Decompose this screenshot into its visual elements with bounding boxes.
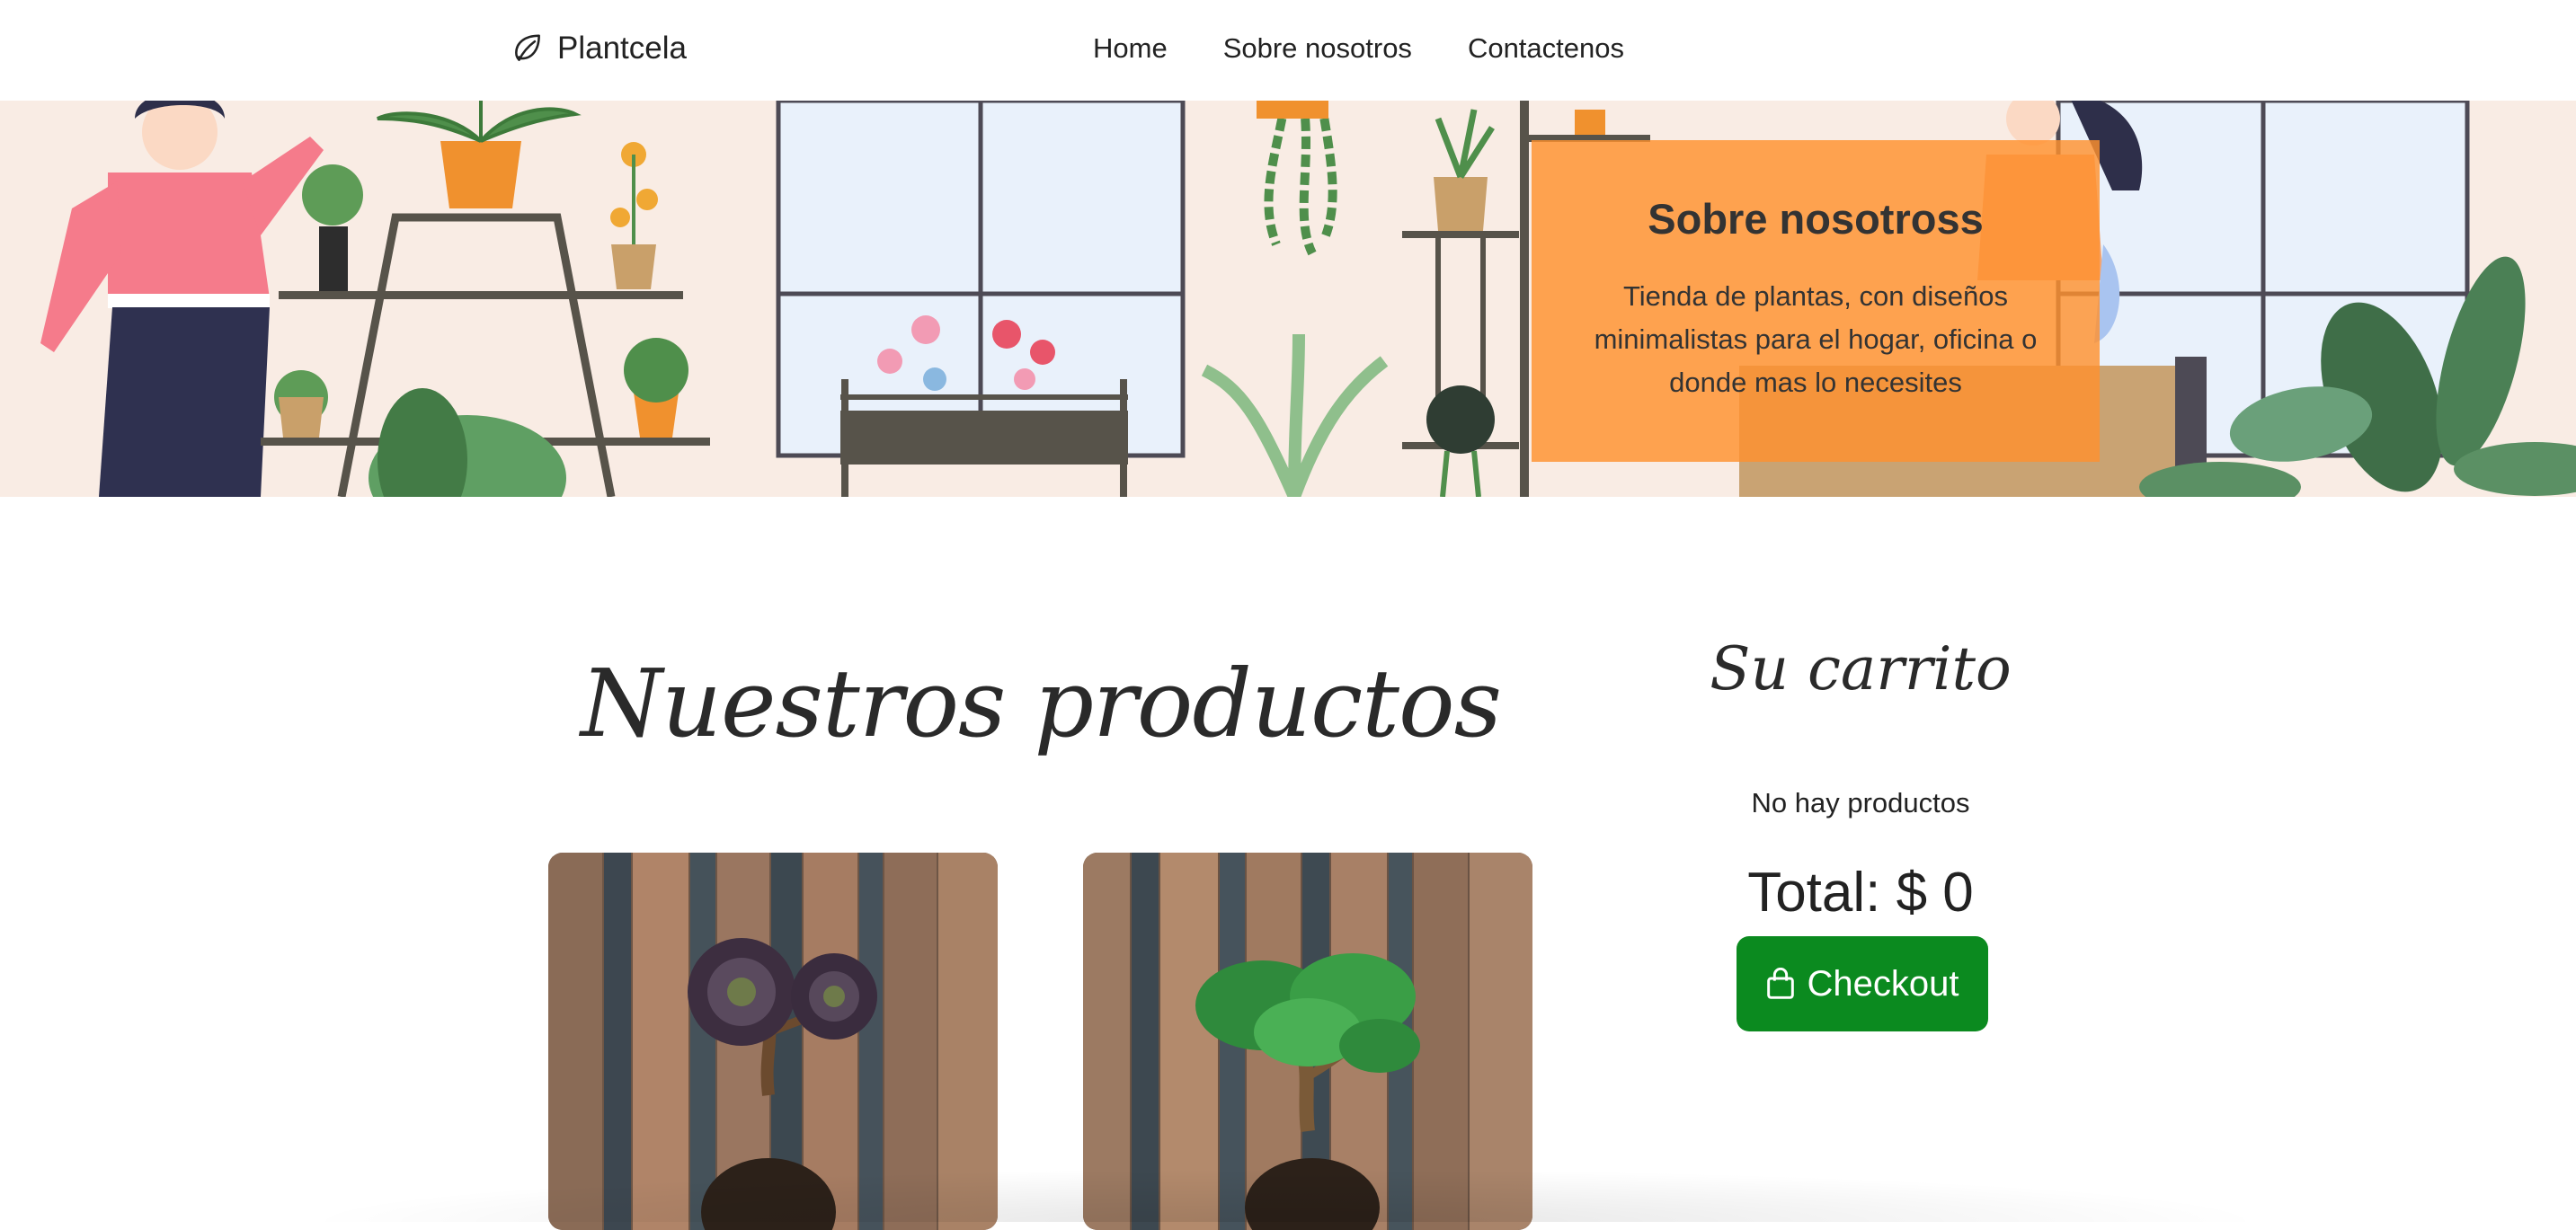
about-box: Sobre nosotross Tienda de plantas, con d…: [1532, 140, 2100, 462]
cart-title: Su carrito: [1710, 634, 2012, 703]
hero-illustration: [40, 101, 2576, 497]
products-title: Nuestros productos: [581, 649, 1502, 758]
nav-link-contactenos[interactable]: Contactenos: [1468, 29, 1624, 68]
hero-banner: Sobre nosotross Tienda de plantas, con d…: [0, 101, 2576, 497]
about-description: Tienda de plantas, con diseños minimalis…: [1594, 280, 2038, 399]
navbar: Plantcela Home Sobre nosotros Contacteno…: [0, 0, 2576, 101]
shopping-bag-icon: [1766, 968, 1794, 999]
nav-link-home[interactable]: Home: [1093, 29, 1168, 68]
checkout-label: Checkout: [1807, 963, 1959, 1004]
cart-total: Total: $ 0: [1747, 862, 1974, 924]
nav-link-sobre-nosotros[interactable]: Sobre nosotros: [1223, 29, 1412, 68]
brand-link[interactable]: Plantcela: [511, 25, 687, 72]
nav-links: Home Sobre nosotros Contactenos: [1093, 29, 1624, 68]
bottom-shadow: [297, 1168, 2274, 1222]
checkout-button[interactable]: Checkout: [1737, 936, 1988, 1031]
brand-name: Plantcela: [557, 31, 687, 66]
cart-empty-message: No hay productos: [1751, 787, 1970, 819]
about-title: Sobre nosotross: [1648, 195, 1984, 243]
leaf-icon: [515, 34, 540, 61]
